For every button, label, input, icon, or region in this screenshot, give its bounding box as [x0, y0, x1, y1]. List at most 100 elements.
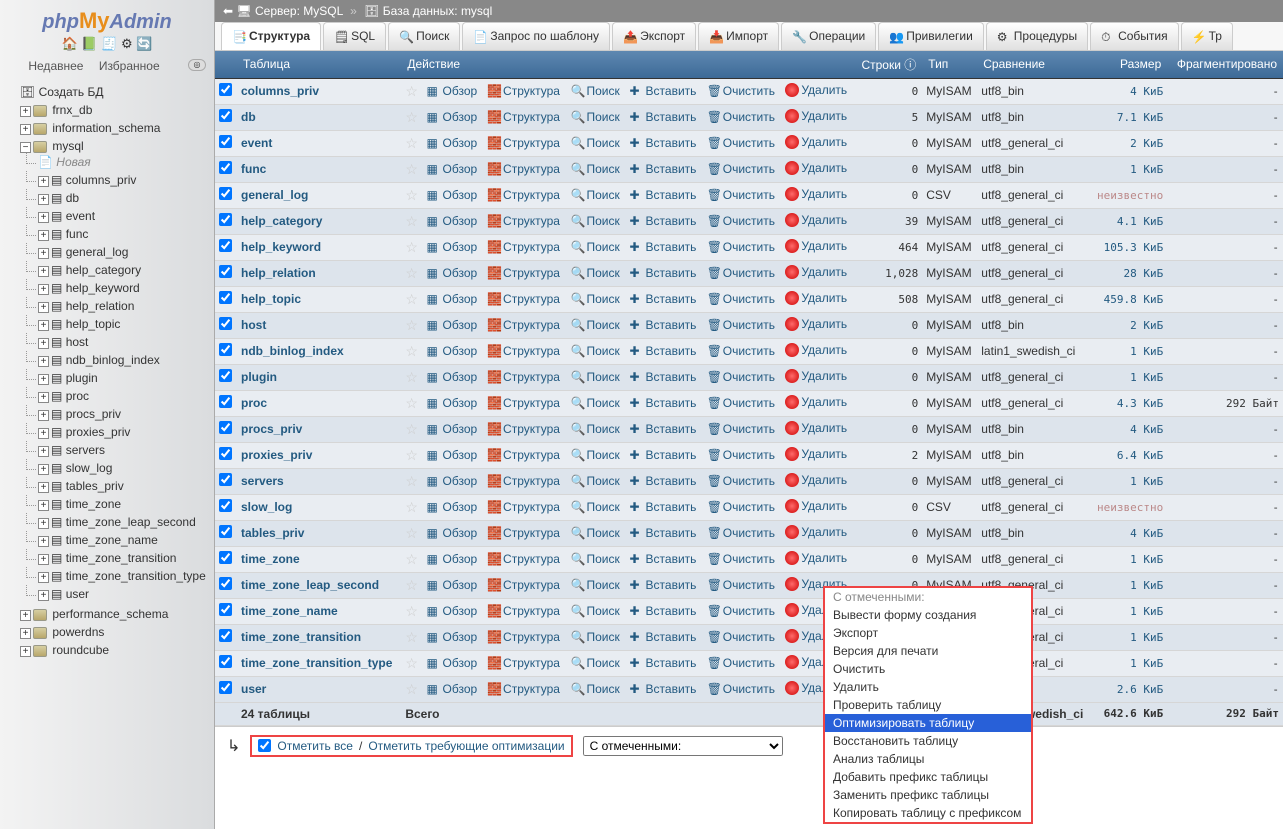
home-icon[interactable]: 🏠 — [62, 36, 78, 51]
toggle-icon[interactable]: + — [38, 320, 49, 331]
action-browse[interactable]: ▦ Обзор — [427, 318, 478, 332]
action-search[interactable]: 🔍 Поиск — [570, 344, 619, 358]
table-proc[interactable]: proc — [66, 389, 89, 403]
action-empty[interactable]: 🗑 Очистить — [707, 240, 775, 254]
action-empty[interactable]: 🗑 Очистить — [707, 214, 775, 228]
favorite-icon[interactable]: ☆ — [405, 499, 418, 515]
menu-option[interactable]: Версия для печати — [825, 642, 1031, 660]
toggle-icon[interactable]: + — [38, 212, 49, 223]
menu-option[interactable]: Копировать таблицу с префиксом — [825, 804, 1031, 822]
action-search[interactable]: 🔍 Поиск — [570, 266, 619, 280]
action-drop[interactable]: Удалить — [785, 395, 847, 409]
table-time_zone_transition_type[interactable]: time_zone_transition_type — [66, 569, 206, 583]
toggle-icon[interactable]: + — [38, 536, 49, 547]
row-checkbox[interactable] — [219, 265, 232, 278]
table-time_zone_name[interactable]: time_zone_name — [66, 533, 158, 547]
favorite-icon[interactable]: ☆ — [405, 265, 418, 281]
tab-privileges[interactable]: 👥Привилегии — [878, 22, 984, 50]
table-time_zone_leap_second[interactable]: time_zone_leap_second — [66, 515, 196, 529]
menu-option[interactable]: Очистить — [825, 660, 1031, 678]
action-drop[interactable]: Удалить — [785, 525, 847, 539]
action-drop[interactable]: Удалить — [785, 239, 847, 253]
with-selected-select[interactable]: С отмеченными: — [583, 736, 783, 756]
action-browse[interactable]: ▦ Обзор — [427, 630, 478, 644]
favorite-icon[interactable]: ☆ — [405, 135, 418, 151]
action-browse[interactable]: ▦ Обзор — [427, 84, 478, 98]
action-empty[interactable]: 🗑 Очистить — [707, 162, 775, 176]
action-browse[interactable]: ▦ Обзор — [427, 370, 478, 384]
cell-size[interactable]: 28 КиБ — [1124, 267, 1164, 280]
action-browse[interactable]: ▦ Обзор — [427, 526, 478, 540]
cell-size[interactable]: 1 КиБ — [1130, 579, 1163, 592]
row-checkbox[interactable] — [219, 681, 232, 694]
toggle-icon[interactable]: + — [20, 124, 31, 135]
toggle-icon[interactable]: + — [20, 610, 31, 621]
action-structure[interactable]: 🧱 Структура — [487, 292, 560, 306]
row-checkbox[interactable] — [219, 473, 232, 486]
cell-size[interactable]: 4 КиБ — [1130, 423, 1163, 436]
toggle-icon[interactable]: + — [20, 628, 31, 639]
toggle-icon[interactable]: + — [38, 518, 49, 529]
row-checkbox[interactable] — [219, 499, 232, 512]
db-mysql[interactable]: mysql — [52, 139, 83, 153]
cell-size[interactable]: 6.4 КиБ — [1117, 449, 1163, 462]
table-name[interactable]: host — [241, 318, 266, 332]
favorite-icon[interactable]: ☆ — [405, 681, 418, 697]
cell-size[interactable]: 1 КиБ — [1130, 553, 1163, 566]
cell-size[interactable]: 2 КиБ — [1130, 319, 1163, 332]
action-drop[interactable]: Удалить — [785, 369, 847, 383]
toggle-icon[interactable]: + — [38, 284, 49, 295]
action-structure[interactable]: 🧱 Структура — [487, 136, 560, 150]
action-browse[interactable]: ▦ Обзор — [427, 448, 478, 462]
table-name[interactable]: plugin — [241, 370, 277, 384]
toggle-icon[interactable]: − — [20, 142, 31, 153]
cell-size[interactable]: 4 КиБ — [1130, 85, 1163, 98]
toggle-icon[interactable]: + — [20, 646, 31, 657]
favorite-icon[interactable]: ☆ — [405, 395, 418, 411]
row-checkbox[interactable] — [219, 317, 232, 330]
cell-size[interactable]: 4.3 КиБ — [1117, 397, 1163, 410]
table-name[interactable]: proc — [241, 396, 267, 410]
favorite-icon[interactable]: ☆ — [405, 629, 418, 645]
action-empty[interactable]: 🗑 Очистить — [707, 682, 775, 696]
table-name[interactable]: help_topic — [241, 292, 301, 306]
col-type[interactable]: Тип — [922, 51, 977, 79]
action-insert[interactable]: ✚ Вставить — [630, 188, 697, 202]
action-structure[interactable]: 🧱 Структура — [487, 604, 560, 618]
action-structure[interactable]: 🧱 Структура — [487, 578, 560, 592]
action-drop[interactable]: Удалить — [785, 551, 847, 565]
action-empty[interactable]: 🗑 Очистить — [707, 422, 775, 436]
help-icon[interactable]: ⓘ — [904, 58, 916, 72]
tab-recent[interactable]: Недавнее — [28, 59, 83, 73]
cell-size[interactable]: 4.1 КиБ — [1117, 215, 1163, 228]
action-structure[interactable]: 🧱 Структура — [487, 162, 560, 176]
action-structure[interactable]: 🧱 Структура — [487, 552, 560, 566]
action-structure[interactable]: 🧱 Структура — [487, 370, 560, 384]
table-host[interactable]: host — [66, 335, 89, 349]
action-empty[interactable]: 🗑 Очистить — [707, 448, 775, 462]
tab-events[interactable]: ⏱События — [1090, 22, 1179, 50]
action-insert[interactable]: ✚ Вставить — [630, 630, 697, 644]
favorite-icon[interactable]: ☆ — [405, 473, 418, 489]
table-db[interactable]: db — [66, 191, 79, 205]
toggle-icon[interactable]: + — [38, 500, 49, 511]
action-search[interactable]: 🔍 Поиск — [570, 240, 619, 254]
favorite-icon[interactable]: ☆ — [405, 239, 418, 255]
action-empty[interactable]: 🗑 Очистить — [707, 370, 775, 384]
action-search[interactable]: 🔍 Поиск — [570, 474, 619, 488]
table-help_category[interactable]: help_category — [66, 263, 141, 277]
settings-icon[interactable]: ⚙ — [121, 36, 133, 51]
action-structure[interactable]: 🧱 Структура — [487, 84, 560, 98]
action-browse[interactable]: ▦ Обзор — [427, 110, 478, 124]
action-search[interactable]: 🔍 Поиск — [570, 422, 619, 436]
col-size[interactable]: Размер — [1091, 51, 1168, 79]
tab-routines[interactable]: ⚙Процедуры — [986, 22, 1088, 50]
table-help_relation[interactable]: help_relation — [66, 299, 135, 313]
action-search[interactable]: 🔍 Поиск — [570, 370, 619, 384]
action-insert[interactable]: ✚ Вставить — [630, 318, 697, 332]
tab-structure[interactable]: 📑Структура — [221, 22, 321, 50]
action-search[interactable]: 🔍 Поиск — [570, 448, 619, 462]
action-search[interactable]: 🔍 Поиск — [570, 188, 619, 202]
table-name[interactable]: user — [241, 682, 266, 696]
logout-icon[interactable]: 📗 — [81, 36, 97, 51]
